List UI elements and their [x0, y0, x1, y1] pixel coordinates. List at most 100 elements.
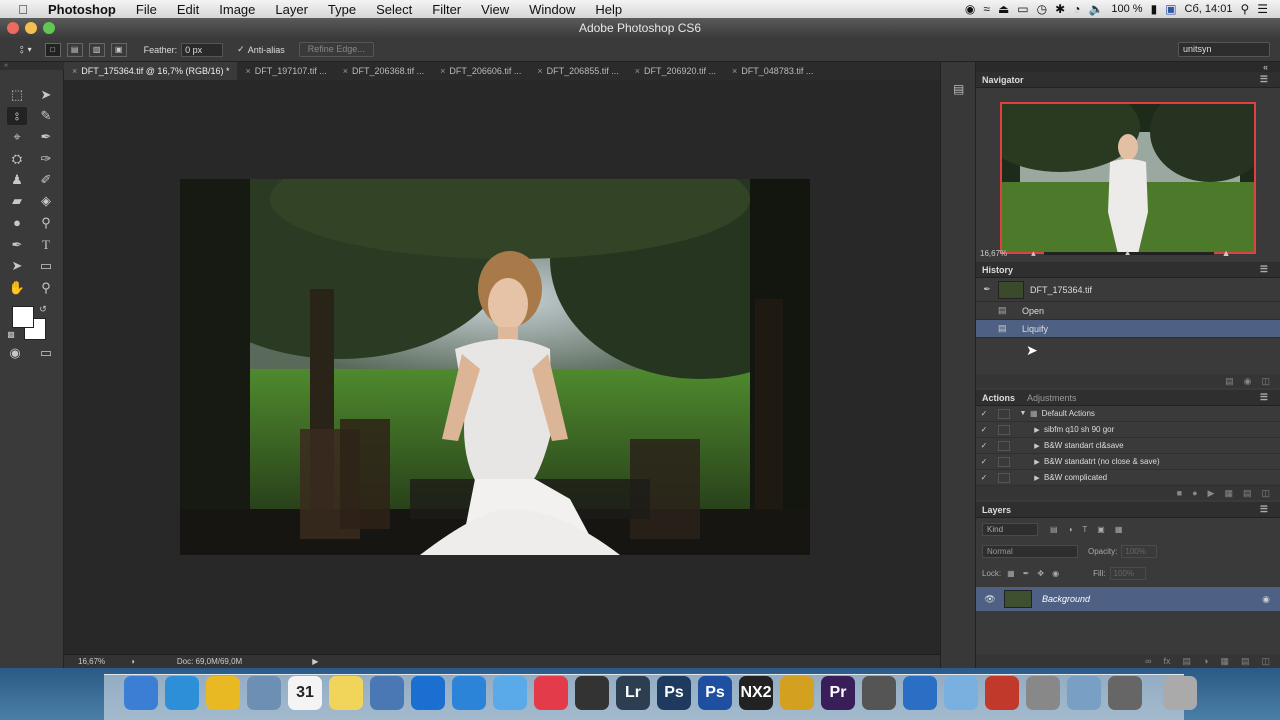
panel-menu-icon[interactable]: ☰ — [1254, 264, 1274, 275]
menu-window[interactable]: Window — [529, 2, 575, 17]
tab-document-3[interactable]: × DFT_206368.tif ... — [335, 62, 432, 80]
swap-colors-icon[interactable]: ↺ — [36, 300, 50, 318]
clock[interactable]: Сб, 14:01 — [1185, 3, 1233, 15]
app-menu[interactable]: Photoshop — [48, 2, 116, 17]
photoshop2-icon[interactable]: Ps — [698, 676, 732, 710]
status-zoom[interactable]: 16,67% — [78, 657, 124, 666]
close-window-button[interactable] — [7, 22, 19, 34]
lock-all-icon[interactable]: ◉ — [1052, 569, 1059, 578]
refine-edge-button[interactable]: Refine Edge... — [298, 42, 374, 57]
new-set-icon[interactable]: ▦ — [1224, 488, 1233, 499]
close-tab-icon[interactable]: × — [635, 66, 640, 76]
delete-layer-icon[interactable]: ◫ — [1261, 656, 1270, 667]
eyedropper-tool-icon[interactable]: ✒ — [36, 128, 56, 146]
history-title[interactable]: History — [976, 265, 1019, 275]
zoom-slider[interactable]: ▲ — [1043, 248, 1214, 256]
filter-shape-icon[interactable]: ▣ — [1097, 525, 1105, 534]
move-tool-icon[interactable]: ➤ — [36, 86, 56, 104]
status-info-icon[interactable]: ◑ — [130, 657, 135, 666]
feather-input[interactable]: 0 px — [181, 42, 224, 57]
type-tool-icon[interactable]: T — [36, 236, 56, 254]
menu-layer[interactable]: Layer — [275, 2, 308, 17]
expand-arrow-icon[interactable]: ▶ — [1030, 458, 1044, 466]
pen-tool-icon[interactable]: ✒ — [7, 236, 27, 254]
record-action-icon[interactable]: ● — [1192, 488, 1197, 498]
tab-document-1[interactable]: × DFT_175364.tif @ 16,7% (RGB/16) * — [64, 62, 238, 80]
new-action-icon[interactable]: ▤ — [1243, 488, 1252, 499]
lasso-tool-icon[interactable]: ⦂ — [7, 107, 27, 125]
menu-view[interactable]: View — [481, 2, 509, 17]
preset-dropdown-arrow-icon[interactable]: ▾ — [28, 45, 32, 54]
eraser-tool-icon[interactable]: ▰ — [7, 192, 27, 210]
messages-icon[interactable] — [493, 676, 527, 710]
history-snapshot-row[interactable]: ✒ DFT_175364.tif — [976, 278, 1280, 302]
lock-transparent-icon[interactable]: ▦ — [1007, 569, 1015, 578]
action-toggle-icon[interactable]: ✓ — [976, 457, 992, 466]
path-selection-tool-icon[interactable]: ➤ — [7, 257, 27, 275]
status-menu-arrow-icon[interactable]: ▶ — [312, 657, 318, 666]
new-group-icon[interactable]: ▦ — [1220, 656, 1229, 667]
subtract-selection-icon[interactable]: ▧ — [88, 42, 105, 57]
hand-tool-icon[interactable]: ✋ — [7, 279, 27, 297]
link-layers-icon[interactable]: ∞ — [1145, 656, 1151, 666]
minimize-window-button[interactable] — [25, 22, 37, 34]
filezilla-icon[interactable] — [985, 676, 1019, 710]
lock-image-icon[interactable]: ✒ — [1023, 569, 1030, 578]
expand-arrow-icon[interactable]: ▶ — [1030, 426, 1044, 434]
expand-arrow-icon[interactable]: ▶ — [1030, 474, 1044, 482]
tab-adjustments[interactable]: Adjustments — [1021, 393, 1083, 403]
opacity-input[interactable]: 100% — [1121, 544, 1158, 558]
spotlight-icon[interactable]: ⚲ — [1240, 2, 1249, 16]
action-toggle-icon[interactable]: ✓ — [976, 425, 992, 434]
close-tab-icon[interactable]: × — [343, 66, 348, 76]
zoom-tool-icon[interactable]: ⚲ — [36, 279, 56, 297]
filter-adjustment-icon[interactable]: ◑ — [1068, 525, 1073, 534]
menu-filter[interactable]: Filter — [432, 2, 461, 17]
layers-title[interactable]: Layers — [976, 505, 1017, 515]
new-selection-icon[interactable]: □ — [44, 42, 61, 57]
document-canvas[interactable] — [64, 80, 940, 654]
action-dialog-toggle[interactable] — [998, 408, 1010, 419]
colorsync-icon[interactable] — [780, 676, 814, 710]
dodge-tool-icon[interactable]: ⚲ — [36, 214, 56, 232]
bluetooth-icon[interactable]: ✱ — [1055, 2, 1065, 16]
battery-text[interactable]: 100 % — [1111, 3, 1142, 15]
blend-mode-select[interactable]: Normal — [982, 544, 1078, 558]
tab-document-4[interactable]: × DFT_206606.tif ... — [432, 62, 529, 80]
flag-icon[interactable]: ▣ — [1165, 2, 1176, 16]
layer-visibility-eye-icon[interactable]: 👁 — [976, 594, 1004, 605]
fill-input[interactable]: 100% — [1109, 566, 1146, 580]
premiere-icon[interactable]: Pr — [821, 676, 855, 710]
action-item[interactable]: ✓ ▶ B&W standatrt (no close & save) — [976, 454, 1280, 470]
action-toggle-icon[interactable]: ✓ — [976, 441, 992, 450]
add-mask-icon[interactable]: ▤ — [1183, 656, 1192, 667]
notes-icon[interactable] — [329, 676, 363, 710]
action-set-default[interactable]: ✓ ▼ ▦ Default Actions — [976, 406, 1280, 422]
expand-arrow-icon[interactable]: ▼ — [1016, 410, 1030, 417]
expand-arrow-icon[interactable]: ▶ — [1030, 442, 1044, 450]
screen-mode-icon[interactable]: ▭ — [36, 344, 56, 362]
layers-panel-header[interactable]: Layers ☰ — [976, 502, 1280, 518]
menu-select[interactable]: Select — [376, 2, 412, 17]
navigator-panel-header[interactable]: Navigator ☰ — [976, 72, 1280, 88]
finder-icon[interactable] — [124, 676, 158, 710]
rectangle-tool-icon[interactable]: ▭ — [36, 257, 56, 275]
bride-photo[interactable] — [180, 179, 810, 555]
appstore-icon[interactable] — [452, 676, 486, 710]
play-icon[interactable]: ▶ — [1208, 488, 1215, 499]
filter-smart-object-icon[interactable]: ▦ — [1115, 525, 1123, 534]
sync-icon[interactable]: ≈ — [983, 2, 990, 16]
tab-document-7[interactable]: × DFT_048783.tif ... — [724, 62, 821, 80]
action-dialog-toggle[interactable] — [998, 456, 1010, 467]
filter-kind-select[interactable]: Kind — [982, 522, 1038, 536]
new-snapshot-icon[interactable]: ◉ — [1244, 376, 1252, 387]
zoom-in-icon[interactable]: ▲ — [1222, 248, 1231, 258]
panels-collapse-bar[interactable]: « — [976, 62, 1280, 72]
filter-pixel-icon[interactable]: ▤ — [1050, 525, 1058, 534]
brush-tool-icon[interactable]: ✑ — [36, 150, 56, 168]
eject-icon[interactable]: ⏏ — [998, 2, 1009, 16]
navigator-title[interactable]: Navigator — [976, 75, 1030, 85]
itunes-icon[interactable] — [534, 676, 568, 710]
polygonal-lasso-preset-icon[interactable]: ⦂ — [20, 42, 24, 57]
lightroom-icon[interactable]: Lr — [616, 676, 650, 710]
